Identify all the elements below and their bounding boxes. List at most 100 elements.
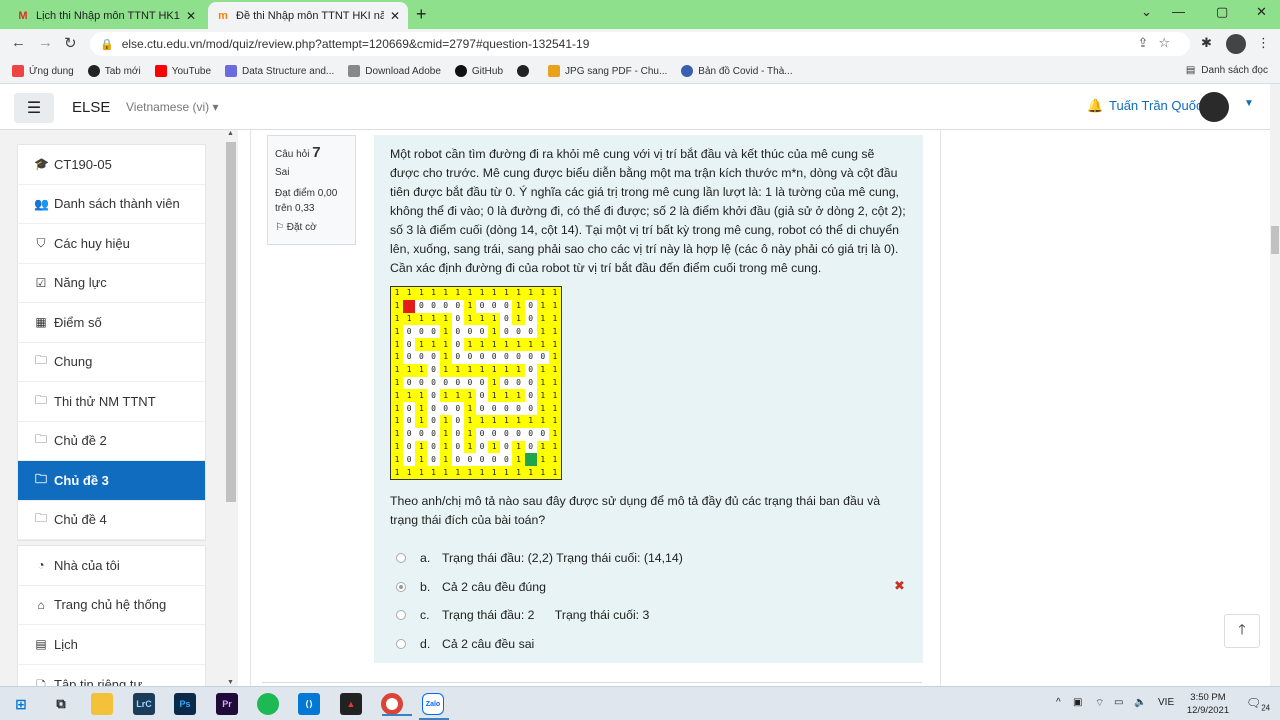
extensions-icon[interactable]: ✱ (1201, 35, 1212, 51)
radio-button[interactable] (396, 610, 406, 621)
system-clock[interactable]: 3:50 PM 12/9/2021 (1184, 691, 1232, 717)
scroll-down-icon[interactable]: ▼ (227, 679, 234, 686)
maximize-icon[interactable]: ▢ (1216, 4, 1228, 20)
flag-question[interactable]: ⚐ Đặt cờ (275, 220, 348, 235)
tab-search-icon[interactable]: ⌄ (1141, 4, 1152, 20)
maze-cell: 1 (536, 299, 549, 313)
reading-list[interactable]: ▤ Danh sách đọc (1186, 65, 1268, 76)
language-menu[interactable]: Vietnamese (vi) ▾ (126, 100, 219, 114)
chevron-down-icon[interactable]: ▼ (1244, 98, 1254, 109)
nav-item-course[interactable]: 🎓 CT190-05 (18, 145, 205, 185)
radio-button[interactable] (396, 553, 406, 564)
bookmark-apps[interactable]: Ứng dung (12, 65, 74, 77)
close-tab-icon[interactable]: ✕ (186, 9, 196, 23)
answer-option-b[interactable]: b. Cả 2 câu đều đúng ✖ (396, 573, 907, 602)
browser-profile-avatar[interactable] (1226, 34, 1246, 54)
answer-option-c[interactable]: c. Trạng thái đầu: 2 Trạng thái cuối: 3 (396, 601, 907, 630)
nav-item-site-home[interactable]: ⌂ Trang chủ hệ thống (18, 586, 205, 625)
task-view-icon[interactable]: ⧉ (50, 693, 72, 715)
maze-cell: 1 (439, 466, 452, 479)
maze-cell: 1 (476, 415, 489, 428)
bookmark-github[interactable]: GitHub (454, 65, 503, 77)
table-icon: ▦ (35, 315, 47, 330)
site-brand[interactable]: ELSE (72, 99, 110, 116)
forward-icon[interactable]: → (38, 34, 53, 51)
nav-item-topic-4[interactable]: 🗀 Chủ đề 4 (18, 501, 205, 540)
radio-button-selected[interactable] (396, 581, 406, 592)
premiere-icon[interactable]: Pr (216, 693, 238, 715)
reload-icon[interactable]: ↻ (64, 34, 77, 52)
battery-icon[interactable]: ▭ (1114, 697, 1123, 708)
input-language[interactable]: VIE (1158, 697, 1174, 708)
notification-bell-icon[interactable]: 🔔 (1087, 98, 1103, 114)
maze-cell: 0 (479, 377, 485, 387)
vscode-icon[interactable]: ⟨⟩ (298, 693, 320, 715)
bookmark-data-structure[interactable]: Data Structure and... (225, 65, 334, 77)
maze-cell: 0 (503, 429, 509, 439)
nav-item-topic-3[interactable]: 🗀 Chủ đề 3 (18, 461, 205, 501)
back-icon[interactable]: ← (11, 34, 26, 51)
url-bar[interactable]: 🔒 else.ctu.edu.vn/mod/quiz/review.php?at… (90, 32, 1190, 56)
bookmark-new-tab[interactable]: Tab mới (87, 65, 141, 77)
maze-cell: 0 (431, 403, 436, 413)
avatar[interactable] (1199, 92, 1229, 122)
nav-item-dashboard[interactable]: ◔ Nhà của tôi (18, 546, 205, 586)
bookmark-globe[interactable] (517, 65, 534, 77)
chrome-icon[interactable] (381, 693, 412, 716)
game-app-icon[interactable]: ▲ (340, 693, 362, 715)
tray-app-icon[interactable]: ▣ (1073, 697, 1082, 708)
page-scrollbar[interactable] (1270, 84, 1280, 686)
bookmark-star-icon[interactable]: ☆ (1158, 35, 1180, 50)
user-name[interactable]: Tuấn Trần Quốc (1109, 98, 1202, 113)
lightroom-icon[interactable]: LrC (133, 693, 155, 715)
share-icon[interactable]: ⇪ (1137, 35, 1158, 50)
globe-icon (87, 65, 100, 77)
bookmark-download-adobe[interactable]: Download Adobe (348, 65, 441, 77)
volume-icon[interactable]: 🔈 (1134, 697, 1146, 708)
scroll-up-icon[interactable]: ▲ (227, 130, 234, 137)
minimize-icon[interactable]: — (1172, 4, 1185, 19)
file-explorer-icon[interactable] (91, 693, 113, 715)
nav-item-badges[interactable]: ⛉ Các huy hiệu (18, 224, 205, 264)
back-to-top-button[interactable]: 🡑 (1224, 614, 1260, 648)
browser-tab-2[interactable]: m Đề thi Nhập môn TTNT HKI năm ✕ (208, 2, 408, 29)
bookmark-youtube[interactable]: YouTube (154, 65, 211, 77)
zalo-icon[interactable]: Zalo (419, 693, 449, 720)
bookmark-jpg-pdf[interactable]: JPG sang PDF - Chu... (548, 65, 667, 77)
notification-center-icon[interactable]: 🗨24 (1246, 696, 1270, 712)
maze-cell: 1 (439, 389, 452, 403)
spotify-icon[interactable] (257, 693, 279, 715)
browser-tab-1[interactable]: M Lịch thi Nhập môn TTNT HK1 202 ✕ (8, 2, 204, 29)
browser-menu-icon[interactable]: ⋮ (1257, 35, 1270, 51)
new-tab-icon[interactable]: + (416, 4, 427, 25)
scroll-thumb[interactable] (1271, 226, 1279, 254)
answer-option-a[interactable]: a. Trạng thái đầu: (2,2) Trạng thái cuối… (396, 544, 907, 573)
users-icon: 👥 (34, 196, 49, 211)
nav-item-general[interactable]: 🗀 Chung (18, 343, 205, 382)
maze-cell: 1 (451, 287, 464, 300)
wifi-icon[interactable]: ⌔ (1095, 697, 1104, 710)
answer-list: a. Trạng thái đầu: (2,2) Trạng thái cuối… (390, 544, 907, 658)
photoshop-icon[interactable]: Ps (174, 693, 196, 715)
scroll-thumb[interactable] (226, 142, 236, 502)
radio-button[interactable] (396, 638, 406, 649)
answer-option-d[interactable]: d. Cả 2 câu đều sai (396, 630, 907, 659)
nav-item-topic-2[interactable]: 🗀 Chủ đề 2 (18, 422, 205, 461)
maze-cell: 1 (439, 440, 452, 454)
show-hidden-icons-icon[interactable]: ^ (1056, 697, 1061, 708)
menu-toggle-button[interactable]: ☰ (14, 93, 54, 123)
windows-start-icon[interactable]: ⊞ (10, 693, 32, 715)
maze-cell: 1 (488, 363, 501, 377)
nav-item-grades[interactable]: ▦ Điểm số (18, 303, 205, 343)
maze-cell: 1 (451, 363, 464, 377)
maze-cell: 1 (548, 415, 561, 428)
nav-item-competencies[interactable]: ☑ Năng lực (18, 264, 205, 303)
nav-item-practice-exam[interactable]: 🗀 Thi thử NM TTNT (18, 382, 205, 422)
drawer-scrollbar[interactable]: ▲ ▼ (226, 130, 236, 686)
maze-cell: 1 (403, 312, 416, 326)
nav-item-participants[interactable]: 👥 Danh sách thành viên (18, 185, 205, 224)
close-tab-icon[interactable]: ✕ (390, 9, 400, 23)
nav-item-calendar[interactable]: ▤ Lịch (18, 625, 205, 665)
bookmark-covid-map[interactable]: Bản đồ Covid - Thà... (681, 65, 793, 77)
close-window-icon[interactable]: ✕ (1256, 4, 1267, 20)
